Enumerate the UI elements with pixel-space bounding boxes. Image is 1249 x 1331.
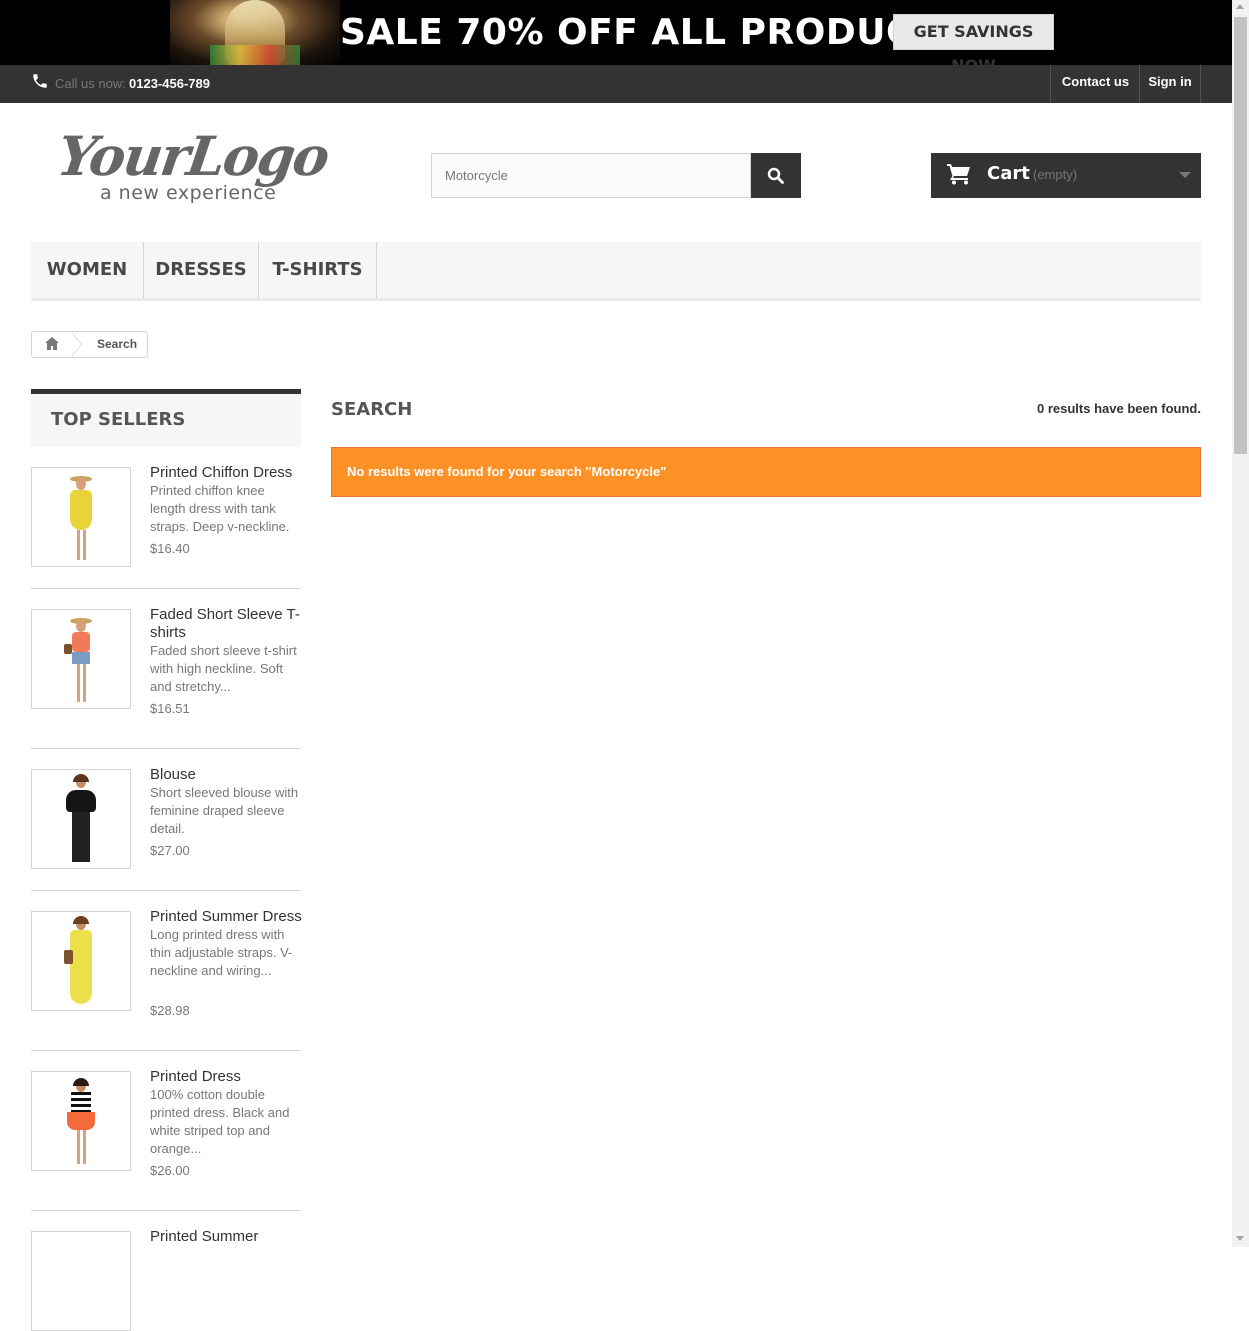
call-us-label: Call us now:: [55, 76, 126, 91]
breadcrumb: Search: [31, 331, 148, 358]
home-icon: [45, 337, 59, 350]
sign-in-link[interactable]: Sign in: [1139, 65, 1201, 103]
main-menu: WOMEN DRESSES T-SHIRTS: [31, 242, 1201, 301]
product-image[interactable]: [31, 609, 131, 709]
menu-item-women[interactable]: WOMEN: [31, 242, 144, 298]
product-price: $27.00: [150, 843, 190, 858]
product-image[interactable]: [31, 911, 131, 1011]
product-description: Printed chiffon knee length dress with t…: [150, 483, 290, 534]
search-icon: [767, 167, 784, 184]
breadcrumb-current: Search: [97, 337, 138, 351]
cart-button[interactable]: Cart (empty): [931, 153, 1201, 198]
product-name[interactable]: Printed Summer: [150, 1228, 302, 1246]
scroll-up-icon[interactable]: [1236, 4, 1244, 9]
chevron-down-icon: [1179, 172, 1191, 178]
cart-status: (empty): [1033, 167, 1078, 182]
top-bar: Call us now: 0123-456-789 Contact us Sig…: [0, 65, 1232, 103]
scroll-down-icon[interactable]: [1236, 1236, 1244, 1241]
product-image[interactable]: [31, 467, 131, 567]
logo-script: YourLogo: [53, 124, 332, 188]
logo-tagline: a new experience: [100, 182, 277, 204]
phone-number: 0123-456-789: [129, 76, 210, 91]
product-price: $26.00: [150, 1163, 190, 1178]
contact-us-link[interactable]: Contact us: [1050, 65, 1140, 103]
list-item: Printed Dress 100% cotton double printed…: [31, 1051, 301, 1211]
list-item: Blouse Short sleeved blouse with feminin…: [31, 749, 301, 891]
product-name[interactable]: Printed Summer Dress: [150, 908, 302, 926]
product-price: $16.40: [150, 541, 190, 556]
list-item: Printed Summer Dress Long printed dress …: [31, 891, 302, 1051]
breadcrumb-home[interactable]: [32, 332, 72, 357]
product-image[interactable]: [31, 769, 131, 869]
cart-label: Cart: [987, 163, 1030, 184]
search-input[interactable]: [431, 153, 751, 198]
product-price: $28.98: [150, 1003, 190, 1018]
page-title: SEARCH: [331, 399, 413, 420]
product-image[interactable]: [31, 1231, 131, 1331]
list-item: Printed Chiffon Dress Printed chiffon kn…: [31, 447, 301, 589]
product-name[interactable]: Printed Chiffon Dress: [150, 464, 302, 482]
product-price: $16.51: [150, 701, 190, 716]
product-image[interactable]: [31, 1071, 131, 1171]
page-scrollbar[interactable]: [1232, 0, 1249, 1247]
product-name[interactable]: Printed Dress: [150, 1068, 302, 1086]
product-description: 100% cotton double printed dress. Black …: [150, 1087, 290, 1156]
menu-item-dresses[interactable]: DRESSES: [144, 242, 259, 298]
product-name[interactable]: Blouse: [150, 766, 302, 784]
top-sellers-block: TOP SELLERS Printed Chiffon Dress Printe…: [31, 389, 302, 1331]
product-description: Faded short sleeve t-shirt with high nec…: [150, 643, 297, 694]
list-item: Faded Short Sleeve T-shirts Faded short …: [31, 589, 301, 749]
store-logo[interactable]: YourLogo a new experience: [54, 124, 338, 208]
promo-model-image: [170, 0, 340, 65]
menu-item-tshirts[interactable]: T-SHIRTS: [259, 242, 377, 298]
promo-banner[interactable]: SALE 70% OFF ALL PRODUCTS GET SAVINGS NO…: [0, 0, 1232, 65]
phone-icon: [33, 74, 47, 88]
product-description: Short sleeved blouse with feminine drape…: [150, 785, 299, 836]
search-button[interactable]: [751, 153, 801, 198]
no-results-alert: No results were found for your search "M…: [331, 447, 1201, 497]
get-savings-button[interactable]: GET SAVINGS NOW: [893, 14, 1054, 65]
scrollbar-thumb[interactable]: [1234, 17, 1247, 454]
result-count: 0 results have been found.: [1037, 401, 1201, 416]
product-name[interactable]: Faded Short Sleeve T-shirts: [150, 606, 302, 642]
top-sellers-title[interactable]: TOP SELLERS: [31, 389, 301, 447]
cart-icon: [947, 164, 970, 185]
product-description: Long printed dress with thin adjustable …: [150, 927, 293, 978]
promo-headline: SALE 70% OFF ALL PRODUCTS: [340, 12, 965, 53]
list-item: Printed Summer: [31, 1211, 302, 1331]
